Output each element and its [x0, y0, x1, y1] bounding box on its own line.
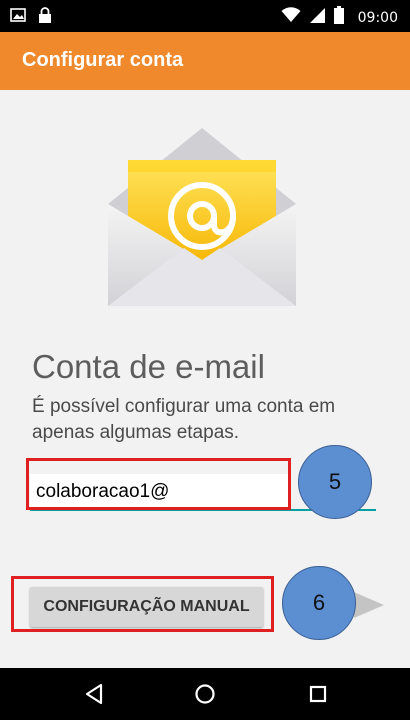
setup-content: Conta de e-mail É possível configurar um…: [0, 90, 410, 668]
email-envelope-icon: [104, 120, 300, 325]
lock-icon: [38, 7, 52, 28]
home-icon[interactable]: [192, 681, 218, 707]
step-marker-6: 6: [282, 566, 356, 640]
step-marker-5: 5: [298, 445, 372, 519]
setup-description: É possível configurar uma conta em apena…: [32, 396, 336, 443]
wifi-icon: [281, 7, 301, 28]
status-right-icons: 09:00: [281, 6, 398, 29]
image-icon: [10, 7, 26, 28]
navigation-bar: [0, 668, 410, 720]
page-title: Configurar conta: [22, 49, 184, 71]
status-left-icons: [10, 7, 52, 28]
account-heading: Conta de e-mail: [32, 348, 265, 385]
highlight-box-email: [26, 458, 291, 510]
recent-apps-icon[interactable]: [305, 681, 331, 707]
signal-icon: [309, 7, 326, 29]
status-bar: 09:00: [0, 0, 410, 32]
back-icon[interactable]: [81, 681, 107, 707]
battery-icon: [333, 6, 344, 29]
highlight-box-manual: [11, 576, 274, 632]
status-clock: 09:00: [357, 9, 398, 26]
app-bar: Configurar conta: [0, 32, 410, 90]
next-arrow-icon[interactable]: [352, 590, 386, 625]
